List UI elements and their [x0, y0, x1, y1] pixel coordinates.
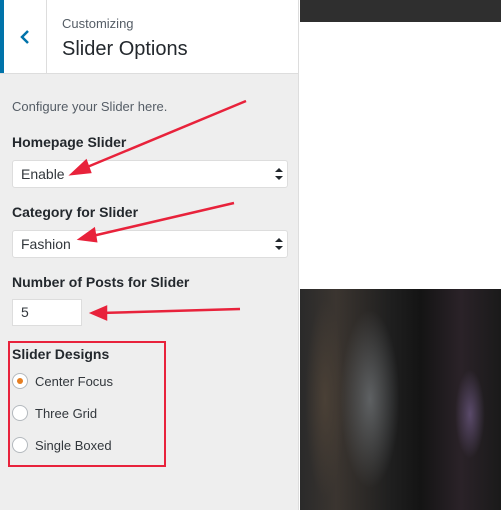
radio-label: Center Focus [35, 373, 114, 389]
back-button[interactable] [0, 0, 47, 73]
select-arrows-icon [275, 238, 283, 250]
radio-option-center-focus[interactable]: Center Focus [12, 372, 113, 390]
radio-option-single-boxed[interactable]: Single Boxed [12, 436, 112, 454]
breadcrumb: Customizing [62, 16, 134, 31]
page-title: Slider Options [62, 38, 188, 60]
radio-label: Three Grid [35, 405, 98, 421]
category-label: Category for Slider [12, 204, 139, 220]
posts-number-input[interactable]: 5 [12, 299, 82, 326]
radio-option-three-grid[interactable]: Three Grid [12, 404, 97, 422]
image-blur [305, 299, 345, 499]
radio-label: Single Boxed [35, 437, 112, 453]
homepage-slider-select[interactable]: Enable [12, 160, 288, 188]
section-description: Configure your Slider here. [12, 99, 168, 114]
panel-header: Customizing Slider Options [0, 0, 298, 74]
category-select[interactable]: Fashion [12, 230, 288, 258]
slider-designs-label: Slider Designs [12, 346, 110, 362]
preview-top-bar [300, 0, 501, 22]
homepage-slider-value: Enable [21, 166, 65, 182]
preview-slider-image [300, 289, 501, 510]
select-arrows-icon [275, 168, 283, 180]
chevron-left-icon [20, 29, 29, 44]
image-blur [455, 369, 485, 459]
customizer-panel: Customizing Slider Options Configure you… [0, 0, 299, 510]
radio-button[interactable] [12, 405, 28, 421]
radio-button[interactable] [12, 437, 28, 453]
homepage-slider-label: Homepage Slider [12, 134, 127, 150]
category-value: Fashion [21, 236, 71, 252]
posts-label: Number of Posts for Slider [12, 274, 190, 290]
image-blur [340, 309, 400, 489]
radio-button[interactable] [12, 373, 28, 389]
